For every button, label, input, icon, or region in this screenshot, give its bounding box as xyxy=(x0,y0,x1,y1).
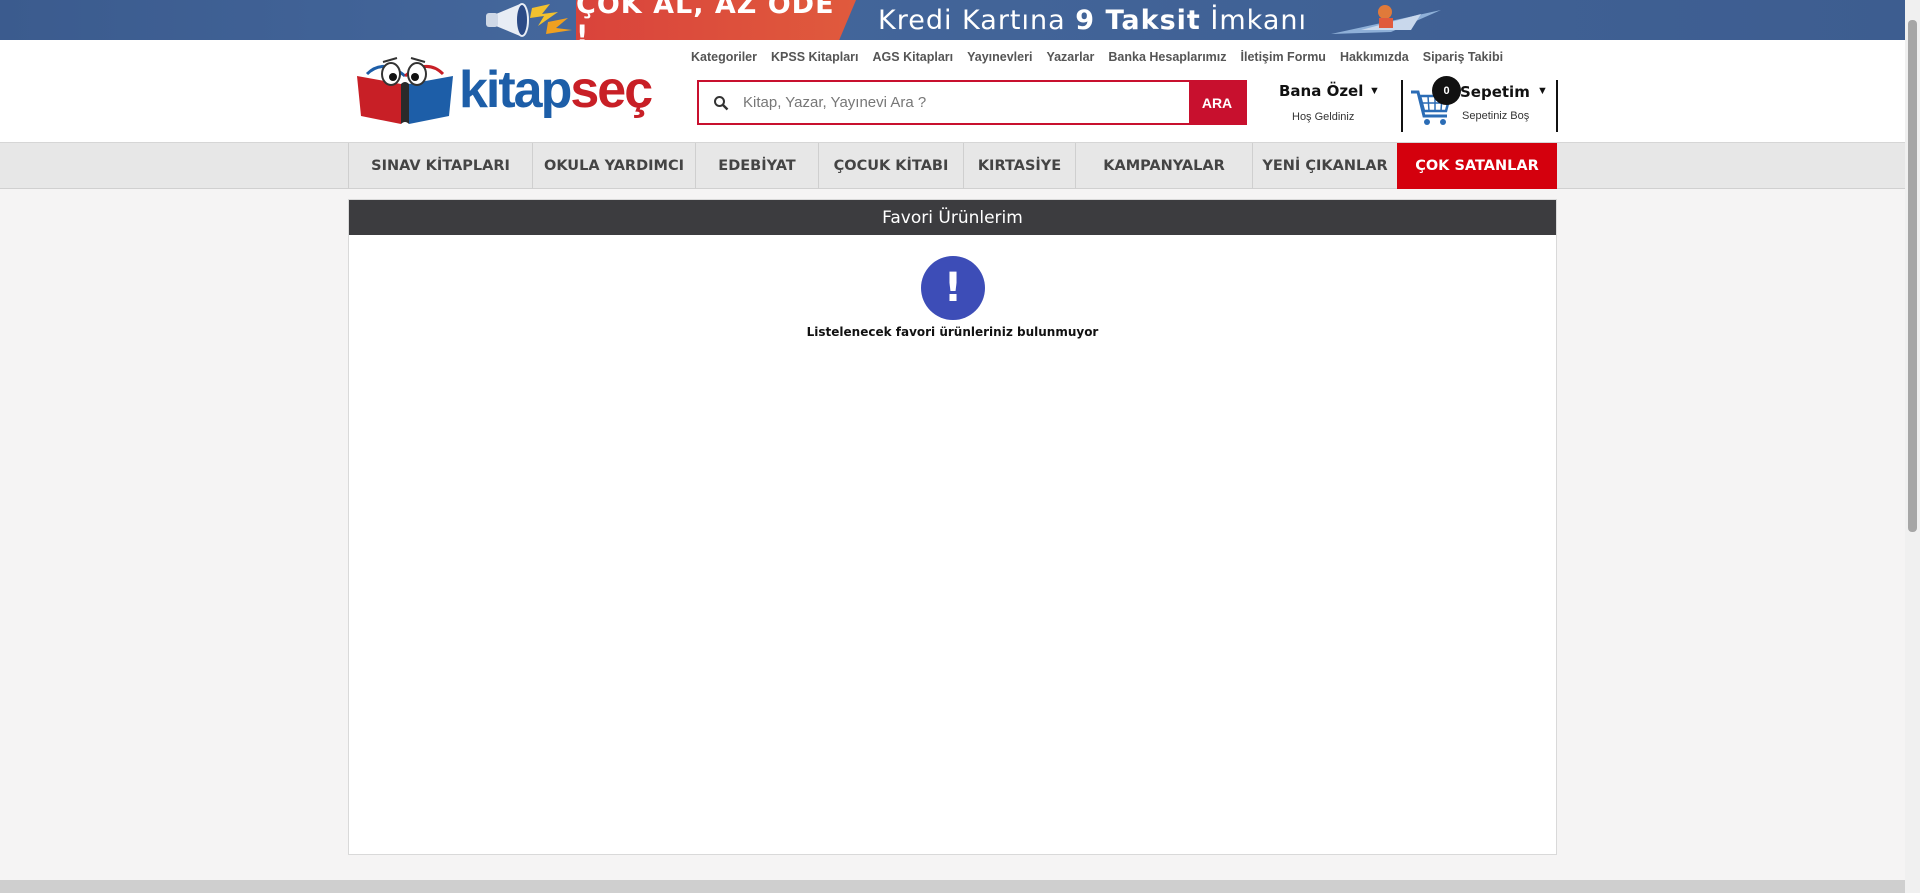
nav-edebiyat[interactable]: EDEBİYAT xyxy=(695,143,818,189)
search-icon xyxy=(699,82,743,123)
toplink-iletisim-formu[interactable]: İletişim Formu xyxy=(1241,50,1326,64)
exclamation-icon: ! xyxy=(921,256,985,320)
search-button[interactable]: ARA xyxy=(1189,82,1245,123)
logo-text-kitap: kitap xyxy=(459,61,572,119)
nav-sinav-kitaplari[interactable]: SINAV KİTAPLARI xyxy=(348,143,532,189)
top-links: Kategoriler KPSS Kitapları AGS Kitapları… xyxy=(691,50,1517,64)
main-nav: SINAV KİTAPLARI OKULA YARDIMCI EDEBİYAT … xyxy=(0,142,1905,189)
logo-wordmark: kitapseç xyxy=(459,61,653,119)
empty-favorites-message: Listelenecek favori ürünleriniz bulunmuy… xyxy=(806,325,1099,339)
nav-kampanyalar[interactable]: KAMPANYALAR xyxy=(1075,143,1252,189)
plane-icon xyxy=(1321,0,1461,40)
logo-text-sec: seç xyxy=(570,61,653,119)
chevron-down-icon: ▼ xyxy=(1537,85,1548,97)
toplink-banka-hesaplarimiz[interactable]: Banka Hesaplarımız xyxy=(1108,50,1226,64)
toplink-kpss-kitaplari[interactable]: KPSS Kitapları xyxy=(771,50,859,64)
search-input[interactable] xyxy=(743,82,1189,123)
toplink-siparis-takibi[interactable]: Sipariş Takibi xyxy=(1423,50,1503,64)
account-menu-subtitle: Hoş Geldiniz xyxy=(1292,111,1355,123)
favorites-title: Favori Ürünlerim xyxy=(349,200,1556,235)
promo-text-part: Kredi Kartına xyxy=(878,4,1066,36)
toplink-yayinevleri[interactable]: Yayınevleri xyxy=(967,50,1032,64)
promo-banner[interactable]: ÇOK AL, AZ ÖDE ! Kredi Kartına 9 Taksit … xyxy=(0,0,1905,40)
page-scrollbar[interactable] xyxy=(1905,0,1920,893)
scrollbar-thumb[interactable] xyxy=(1908,20,1917,532)
megaphone-icon xyxy=(476,0,576,40)
cart-subtitle: Sepetiniz Boş xyxy=(1462,110,1530,122)
footer-strip xyxy=(0,880,1905,893)
account-menu[interactable]: Bana Özel ▼ Hoş Geldiniz xyxy=(1279,82,1389,123)
chevron-down-icon: ▼ xyxy=(1369,85,1380,97)
toplink-kategoriler[interactable]: Kategoriler xyxy=(691,50,757,64)
nav-cocuk-kitabi[interactable]: ÇOCUK KİTABI xyxy=(818,143,963,189)
cart-title: Sepetim xyxy=(1460,83,1530,101)
nav-cok-satanlar[interactable]: ÇOK SATANLAR xyxy=(1397,143,1557,189)
book-logo-icon xyxy=(357,57,453,124)
toplink-ags-kitaplari[interactable]: AGS Kitapları xyxy=(873,50,954,64)
nav-yeni-cikanlar[interactable]: YENİ ÇIKANLAR xyxy=(1252,143,1397,189)
cart-menu[interactable]: 0 Sepetim ▼ Sepetiniz Boş xyxy=(1401,76,1558,132)
nav-kirtasiye[interactable]: KIRTASİYE xyxy=(963,143,1075,189)
favorites-panel: Favori Ürünlerim ! Listelenecek favori ü… xyxy=(348,199,1557,855)
site-header: kitapseç Kategoriler KPSS Kitapları AGS … xyxy=(0,40,1905,142)
toplink-yazarlar[interactable]: Yazarlar xyxy=(1046,50,1094,64)
promo-red-text: ÇOK AL, AZ ÖDE ! xyxy=(576,0,856,40)
promo-text-part: İmkanı xyxy=(1210,4,1307,36)
nav-okula-yardimci[interactable]: OKULA YARDIMCI xyxy=(532,143,695,189)
site-logo[interactable]: kitapseç xyxy=(353,54,653,124)
cart-count-badge: 0 xyxy=(1432,76,1461,105)
search-bar: ARA xyxy=(697,80,1247,125)
promo-text-highlight: 9 Taksit xyxy=(1075,4,1201,36)
toplink-hakkimizda[interactable]: Hakkımızda xyxy=(1340,50,1409,64)
promo-installment-text: Kredi Kartına 9 Taksit İmkanı xyxy=(856,0,1307,40)
